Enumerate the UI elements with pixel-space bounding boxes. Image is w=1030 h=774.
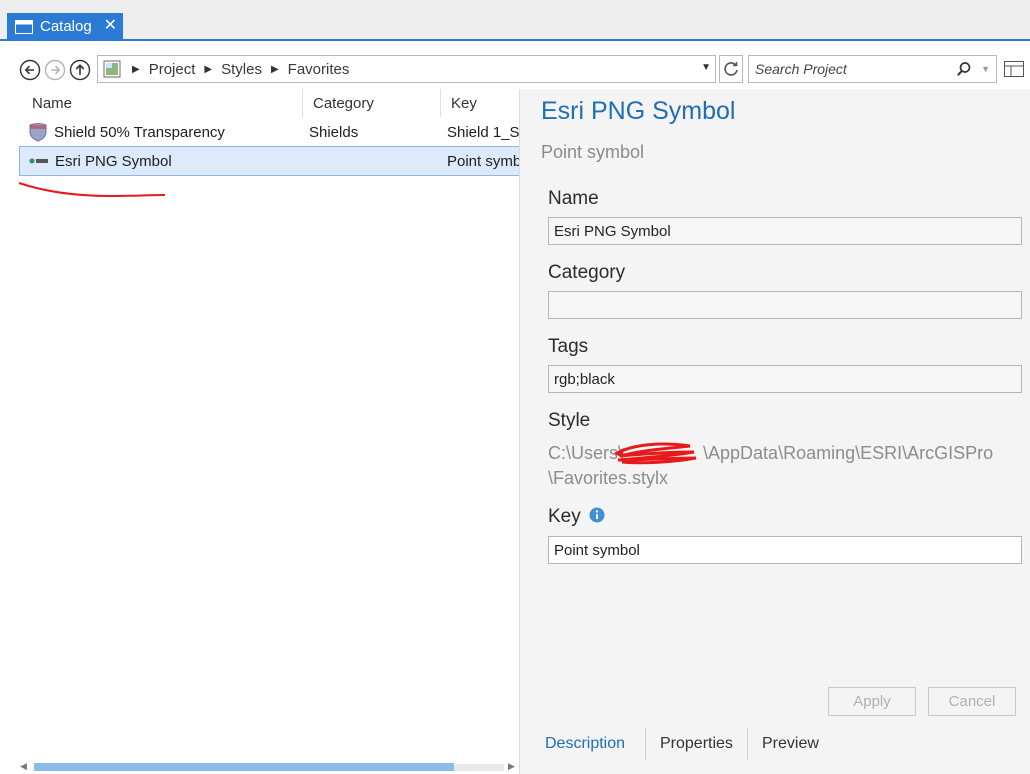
chevron-right-icon: ▶ [204,63,213,75]
tags-field[interactable]: rgb;black [548,365,1022,393]
png-symbol-icon [29,147,51,175]
address-dropdown-icon[interactable]: ▼ [701,62,711,73]
details-pane-toggle-icon[interactable] [1004,61,1024,77]
apply-button[interactable]: Apply [828,687,916,716]
project-icon [103,60,121,78]
column-divider[interactable] [302,89,303,117]
up-button[interactable] [69,59,91,81]
table-row[interactable]: Shield 50% Transparency Shields Shield 1… [19,117,520,147]
breadcrumb-favorites[interactable]: Favorites [288,61,350,78]
row-category [310,147,430,175]
category-label: Category [548,262,626,283]
back-arrow-icon [19,59,41,81]
tab-description[interactable]: Description [545,728,625,760]
row-name: Esri PNG Symbol [55,152,172,170]
cancel-button[interactable]: Cancel [928,687,1016,716]
row-key: Shield 1_Sh [447,123,519,141]
column-header-key[interactable]: Key [451,89,477,117]
row-key: Point symb [447,152,519,170]
tab-properties[interactable]: Properties [660,728,733,760]
tab-catalog[interactable]: Catalog ✕ [7,13,123,40]
breadcrumb-project[interactable]: Project [149,61,196,78]
key-label: Key [548,506,581,527]
tags-label: Tags [548,336,589,357]
tab-row: Catalog ✕ [0,0,1030,40]
red-underline-annotation [18,182,166,198]
forward-arrow-icon [44,59,66,81]
info-icon[interactable] [589,507,605,523]
details-title: Esri PNG Symbol [541,97,736,125]
style-path-file: \Favorites.stylx [548,468,669,488]
breadcrumb: ▶ Project ▶ Styles ▶ Favorites [129,61,349,78]
row-category: Shields [309,123,359,141]
shield-icon [28,117,50,147]
tab-divider [645,728,646,760]
table-row-selected[interactable]: Esri PNG Symbol Point symb [19,146,520,176]
details-subtitle: Point symbol [541,142,645,162]
key-field[interactable]: Point symbol [548,536,1022,564]
tab-label: Catalog [40,18,92,35]
refresh-button[interactable] [719,55,743,83]
search-options-dropdown-icon[interactable]: ▼ [981,64,990,74]
column-divider[interactable] [440,89,441,117]
name-field[interactable]: Esri PNG Symbol [548,217,1022,245]
refresh-icon [724,62,738,76]
up-arrow-icon [69,59,91,81]
address-bar[interactable]: ▶ Project ▶ Styles ▶ Favorites ▼ [97,55,716,83]
search-placeholder: Search Project [755,61,847,77]
breadcrumb-styles[interactable]: Styles [221,61,262,78]
horizontal-scrollbar[interactable]: ◀ ▶ [20,761,518,772]
style-path-suffix: \AppData\Roaming\ESRI\ArcGISPro [703,443,994,463]
scroll-left-icon[interactable]: ◀ [20,761,27,772]
chevron-right-icon: ▶ [132,63,140,75]
scrollbar-thumb[interactable] [34,763,454,771]
scroll-right-icon[interactable]: ▶ [508,761,515,772]
column-header-name[interactable]: Name [32,89,72,117]
chevron-right-icon: ▶ [270,63,279,75]
name-label: Name [548,188,599,209]
tab-divider [747,728,748,760]
search-icon[interactable] [956,61,972,77]
category-field[interactable] [548,291,1022,319]
search-input[interactable]: Search Project ▼ [748,55,997,83]
forward-button[interactable] [44,59,66,81]
row-name: Shield 50% Transparency [54,123,225,141]
column-header-category[interactable]: Category [313,89,374,117]
back-button[interactable] [19,59,41,81]
close-icon[interactable]: ✕ [104,17,117,35]
style-label: Style [548,410,591,431]
tab-preview[interactable]: Preview [762,728,819,760]
red-redaction-scribble [614,442,697,465]
catalog-icon [15,19,33,34]
